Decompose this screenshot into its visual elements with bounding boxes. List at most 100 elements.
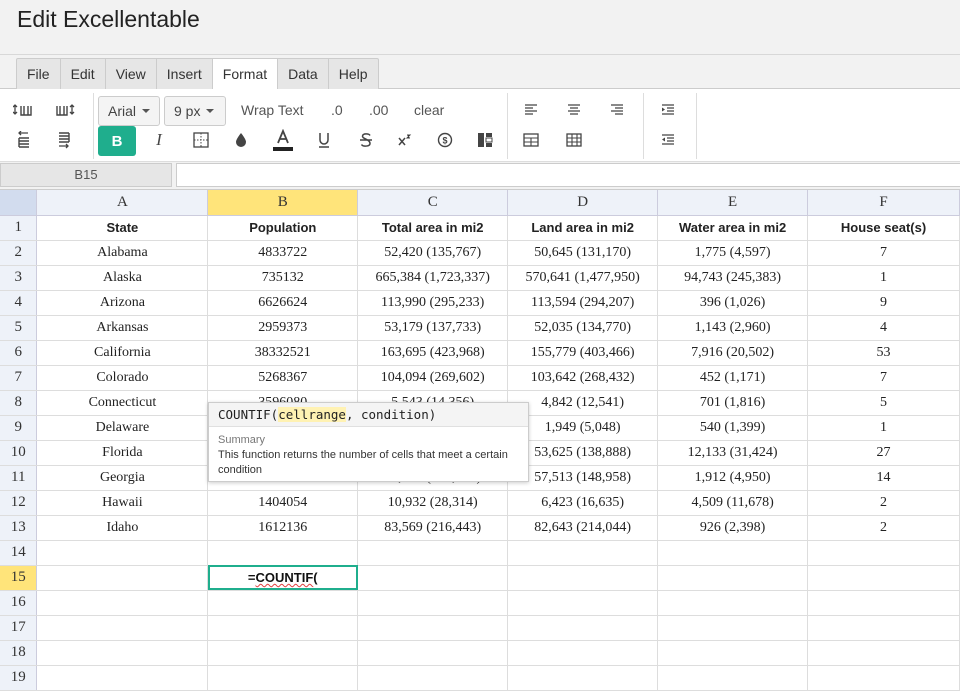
header-cell[interactable]: Water area in mi2 [657, 215, 809, 241]
table-cell[interactable] [357, 565, 509, 591]
table-cell[interactable]: Idaho [36, 515, 209, 541]
table-cell[interactable] [657, 615, 809, 641]
cell-reference-box[interactable]: B15 [0, 163, 172, 187]
table-cell[interactable] [657, 565, 809, 591]
table-cell[interactable] [507, 590, 659, 616]
table-grid-icon[interactable] [559, 126, 589, 154]
superscript-icon[interactable] [390, 126, 420, 154]
insert-row-above-icon[interactable] [8, 126, 38, 154]
table-cell[interactable]: 1,775 (4,597) [657, 240, 809, 266]
row-header[interactable]: 6 [0, 340, 38, 366]
table-cell[interactable]: 113,594 (294,207) [507, 290, 659, 316]
table-cell[interactable] [807, 615, 960, 641]
table-cell[interactable] [36, 590, 209, 616]
row-header[interactable]: 4 [0, 290, 38, 316]
table-cell[interactable]: 10,932 (28,314) [357, 490, 509, 516]
table-cell[interactable]: 155,779 (403,466) [507, 340, 659, 366]
table-cell[interactable]: 82,643 (214,044) [507, 515, 659, 541]
menu-insert[interactable]: Insert [157, 59, 213, 89]
menu-edit[interactable]: Edit [61, 59, 106, 89]
table-cell[interactable] [807, 565, 960, 591]
table-cell[interactable] [36, 640, 209, 666]
table-cell[interactable]: 50,645 (131,170) [507, 240, 659, 266]
table-cell[interactable]: 103,642 (268,432) [507, 365, 659, 391]
decrease-decimal-button[interactable]: .0 [331, 100, 343, 120]
table-cell[interactable]: 7 [807, 365, 960, 391]
menu-data[interactable]: Data [278, 59, 329, 89]
header-cell[interactable]: Land area in mi2 [507, 215, 659, 241]
borders-icon[interactable] [186, 126, 216, 154]
formula-input[interactable] [176, 163, 960, 187]
row-header[interactable]: 7 [0, 365, 38, 391]
row-header[interactable]: 19 [0, 665, 38, 691]
increase-indent-icon[interactable] [653, 96, 683, 124]
currency-icon[interactable]: $ [430, 126, 460, 154]
align-center-icon[interactable] [559, 96, 589, 124]
table-cell[interactable] [507, 665, 659, 691]
row-header[interactable]: 17 [0, 615, 38, 641]
table-cell[interactable] [36, 565, 209, 591]
table-cell[interactable]: 2959373 [207, 315, 359, 341]
table-cell[interactable] [807, 540, 960, 566]
table-cell[interactable]: Florida [36, 440, 209, 466]
underline-icon[interactable] [309, 126, 339, 154]
table-cell[interactable] [507, 615, 659, 641]
table-cell[interactable]: 4,509 (11,678) [657, 490, 809, 516]
insert-row-below-icon[interactable] [50, 126, 80, 154]
table-cell[interactable]: 57,513 (148,958) [507, 465, 659, 491]
table-cell[interactable]: California [36, 340, 209, 366]
table-cell[interactable] [657, 665, 809, 691]
table-cell[interactable] [657, 590, 809, 616]
table-cell[interactable]: 104,094 (269,602) [357, 365, 509, 391]
table-cell[interactable]: Hawaii [36, 490, 209, 516]
table-cell[interactable]: Georgia [36, 465, 209, 491]
table-cell[interactable] [657, 540, 809, 566]
align-left-icon[interactable] [516, 96, 546, 124]
header-cell[interactable]: Population [207, 215, 359, 241]
merge-cells-icon[interactable] [516, 126, 546, 154]
table-cell[interactable]: 396 (1,026) [657, 290, 809, 316]
align-right-icon[interactable] [602, 96, 632, 124]
table-cell[interactable]: 5268367 [207, 365, 359, 391]
column-header-b[interactable]: B [207, 190, 359, 216]
insert-column-left-icon[interactable] [8, 96, 38, 124]
row-header[interactable]: 5 [0, 315, 38, 341]
conditional-format-icon[interactable] [470, 126, 500, 154]
column-header-d[interactable]: D [507, 190, 659, 216]
table-cell[interactable]: 38332521 [207, 340, 359, 366]
table-cell[interactable]: 4 [807, 315, 960, 341]
font-family-select[interactable]: Arial [98, 96, 160, 126]
font-size-select[interactable]: 9 px [164, 96, 226, 126]
table-cell[interactable] [507, 640, 659, 666]
table-cell[interactable] [807, 665, 960, 691]
table-cell[interactable]: Arkansas [36, 315, 209, 341]
table-cell[interactable]: 6626624 [207, 290, 359, 316]
table-cell[interactable] [357, 590, 509, 616]
table-cell[interactable] [36, 615, 209, 641]
table-cell[interactable]: 113,990 (295,233) [357, 290, 509, 316]
table-cell[interactable]: 7,916 (20,502) [657, 340, 809, 366]
table-cell[interactable] [207, 640, 359, 666]
table-cell[interactable]: 53,179 (137,733) [357, 315, 509, 341]
table-cell[interactable]: 52,420 (135,767) [357, 240, 509, 266]
row-header[interactable]: 18 [0, 640, 38, 666]
table-cell[interactable]: 53,625 (138,888) [507, 440, 659, 466]
header-cell[interactable]: Total area in mi2 [357, 215, 509, 241]
table-cell[interactable]: Arizona [36, 290, 209, 316]
table-cell[interactable]: 1 [807, 415, 960, 441]
header-cell[interactable]: State [36, 215, 209, 241]
text-color-icon[interactable] [268, 126, 298, 154]
table-cell[interactable]: 540 (1,399) [657, 415, 809, 441]
table-cell[interactable]: 14 [807, 465, 960, 491]
column-header-a[interactable]: A [36, 190, 209, 216]
row-header[interactable]: 9 [0, 415, 38, 441]
table-cell[interactable] [357, 540, 509, 566]
decrease-indent-icon[interactable] [653, 126, 683, 154]
table-cell[interactable]: Colorado [36, 365, 209, 391]
table-cell[interactable]: Connecticut [36, 390, 209, 416]
table-cell[interactable]: 12,133 (31,424) [657, 440, 809, 466]
table-cell[interactable]: 2 [807, 490, 960, 516]
column-header-c[interactable]: C [357, 190, 509, 216]
table-cell[interactable] [357, 640, 509, 666]
table-cell[interactable]: 6,423 (16,635) [507, 490, 659, 516]
